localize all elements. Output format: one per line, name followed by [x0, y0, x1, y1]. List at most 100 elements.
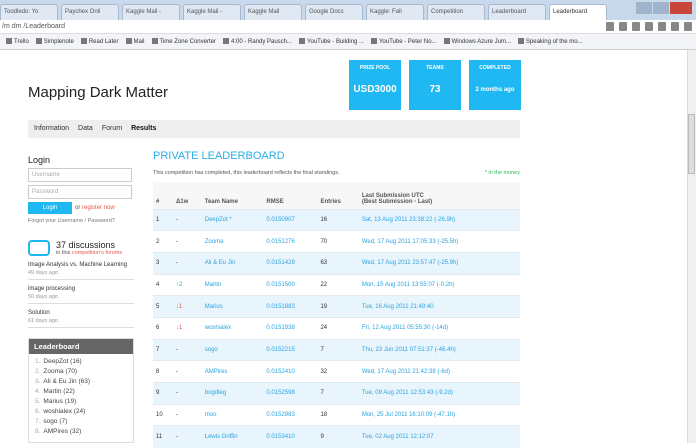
extension-icon[interactable] [632, 22, 640, 31]
bookmark[interactable]: 4:00 - Randy Pausch... [223, 38, 292, 45]
discussion-age: 61 days ago [28, 318, 58, 324]
stat-label: TEAMS [426, 65, 444, 71]
team-name-link[interactable]: sogo [201, 338, 264, 361]
table-row: 2- Zoomа 0.0151276 70 Wed, 17 Aug 2011 17:05… [153, 230, 520, 253]
bookmark[interactable]: YouTube - Peter No... [371, 38, 437, 45]
bookmark[interactable]: YouTube - Building ... [299, 38, 364, 45]
forgot-link[interactable]: Forgot your Username / Password? [28, 218, 134, 224]
last-submission: Thu, 23 Jun 2011 07:51:37 (-46.4h) [358, 338, 520, 361]
bookmark[interactable]: Trello [6, 38, 29, 45]
team-name-link[interactable]: Lewis Griffin [201, 425, 264, 448]
delta: - [172, 230, 202, 253]
bookmark[interactable]: Time Zone Converter [152, 38, 216, 45]
stat-prize-pool: PRIZE POOL USD3000 [349, 60, 401, 110]
extension-icon[interactable] [645, 22, 653, 31]
sidebar-leaderboard-item[interactable]: 7. sogo (7) [35, 418, 127, 428]
extension-icon[interactable] [606, 22, 614, 31]
team-name-link[interactable]: AMPires [201, 360, 264, 383]
rmse: 0.0152598 [263, 382, 318, 405]
bookmark[interactable]: Windows Azure Jum... [444, 38, 511, 45]
extension-icon[interactable] [658, 22, 666, 31]
team-name-link[interactable]: Martin [201, 273, 264, 296]
nav-information[interactable]: Information [34, 125, 69, 133]
discussion-item[interactable]: image processing 50 days ago [28, 283, 134, 304]
sidebar-leaderboard-item[interactable]: 8. AMPires (32) [35, 428, 127, 438]
discussion-item[interactable]: Solution 61 days ago [28, 307, 134, 328]
nav-data[interactable]: Data [78, 125, 93, 133]
login-button[interactable]: Login [28, 202, 72, 214]
sidebar-leaderboard-item[interactable]: 5. Marius (19) [35, 398, 127, 408]
address-bar[interactable]: /m dm /Leaderboard [0, 20, 696, 34]
extension-icon[interactable] [671, 22, 679, 31]
delta: - [172, 338, 202, 361]
bookmark[interactable]: Speaking of the mo... [518, 38, 583, 45]
sidebar-leaderboard-item[interactable]: 1. DeepZot (16) [35, 358, 127, 368]
minimize-button[interactable] [636, 2, 652, 14]
team-entry[interactable]: sogo (7) [43, 418, 67, 425]
team-entry[interactable]: Marius (19) [43, 398, 76, 405]
discussion-item[interactable]: Image Analysis vs. Machine Learning 49 da… [28, 259, 134, 280]
discussion-title[interactable]: image processing [28, 286, 134, 292]
forums-link[interactable]: competition's forums [72, 250, 122, 256]
table-row: 9- bogdleg 0.0152598 7 Tue, 09 Aug 2011 12:5… [153, 382, 520, 405]
competition-nav: Information Data Forum Results [28, 120, 520, 138]
star-icon[interactable] [619, 22, 627, 31]
browser-tab[interactable]: Kaggle Mail [244, 4, 302, 20]
rank-number: 6. [35, 408, 41, 415]
team-name-link[interactable]: bogdleg [201, 382, 264, 405]
team-name-link[interactable]: Marius [201, 295, 264, 318]
register-link[interactable]: register now [82, 205, 115, 211]
browser-tab[interactable]: Kaggle Mail - [122, 4, 180, 20]
browser-tab[interactable]: Leaderboard [549, 4, 607, 20]
browser-tab[interactable]: Google Docs [305, 4, 363, 20]
team-name-link[interactable]: Zoomа [201, 230, 264, 253]
browser-tab[interactable]: Competition [427, 4, 485, 20]
browser-tab[interactable]: Toodledo: Yo [0, 4, 58, 20]
team-entry[interactable]: woshialex (24) [43, 408, 85, 415]
sidebar-leaderboard-item[interactable]: 2. Zoomа (70) [35, 368, 127, 378]
team-name-link[interactable]: moo [201, 403, 264, 426]
sidebar-leaderboard-item[interactable]: 3. Ali & Eu Jin (63) [35, 378, 127, 388]
browser-tab[interactable]: Leaderboard [488, 4, 546, 20]
rmse: 0.0151938 [263, 316, 318, 340]
nav-results[interactable]: Results [131, 125, 156, 133]
browser-tab[interactable]: Paychex Onli [61, 4, 119, 20]
bookmark[interactable]: Simplenote [36, 38, 74, 45]
team-name-link[interactable]: Ali & Eu Jin [201, 251, 264, 275]
sidebar-leaderboard-item[interactable]: 4. Martin (22) [35, 388, 127, 398]
team-entry[interactable]: DeepZot (16) [43, 358, 81, 365]
rank: 8 [153, 360, 173, 383]
stat-value: 2 months ago [475, 87, 515, 93]
delta: - [172, 403, 202, 426]
maximize-button[interactable] [653, 2, 669, 14]
scrollbar[interactable] [687, 50, 696, 443]
team-entry[interactable]: AMPires (32) [43, 428, 81, 435]
rank: 6 [153, 316, 173, 340]
discussion-title[interactable]: Solution [28, 310, 134, 316]
stat-label: PRIZE POOL [359, 65, 391, 71]
bookmark[interactable]: Read Later [81, 38, 119, 45]
team-entry[interactable]: Ali & Eu Jin (63) [43, 378, 90, 385]
team-entry[interactable]: Zoomа (70) [43, 368, 77, 375]
bookmark[interactable]: Mail [126, 38, 145, 45]
password-input[interactable]: Password [28, 185, 132, 199]
entries: 63 [317, 251, 359, 275]
team-entry[interactable]: Martin (22) [43, 388, 74, 395]
team-name-link[interactable]: DeepZot * [201, 208, 264, 231]
browser-tab[interactable]: Kaggle Mail - [183, 4, 241, 20]
rmse: 0.0152215 [263, 338, 318, 361]
scrollbar-thumb[interactable] [688, 114, 695, 174]
rank-number: 5. [35, 398, 41, 405]
rank-number: 3. [35, 378, 41, 385]
nav-forum[interactable]: Forum [102, 125, 122, 133]
table-row: 11- Lewis Griffin 0.0153410 9 Tue, 02 Aug 20… [153, 425, 520, 448]
sidebar-leaderboard-item[interactable]: 6. woshialex (24) [35, 408, 127, 418]
team-name-link[interactable]: woshialex [201, 316, 264, 340]
money-note: * in the money [484, 170, 520, 176]
browser-tab[interactable]: Kaggle: Fall [366, 4, 424, 20]
close-window-button[interactable] [670, 2, 692, 14]
username-input[interactable]: Username [28, 168, 132, 182]
wrench-icon[interactable] [684, 22, 692, 31]
discussion-title[interactable]: Image Analysis vs. Machine Learning [28, 262, 134, 268]
entries: 70 [317, 230, 359, 253]
